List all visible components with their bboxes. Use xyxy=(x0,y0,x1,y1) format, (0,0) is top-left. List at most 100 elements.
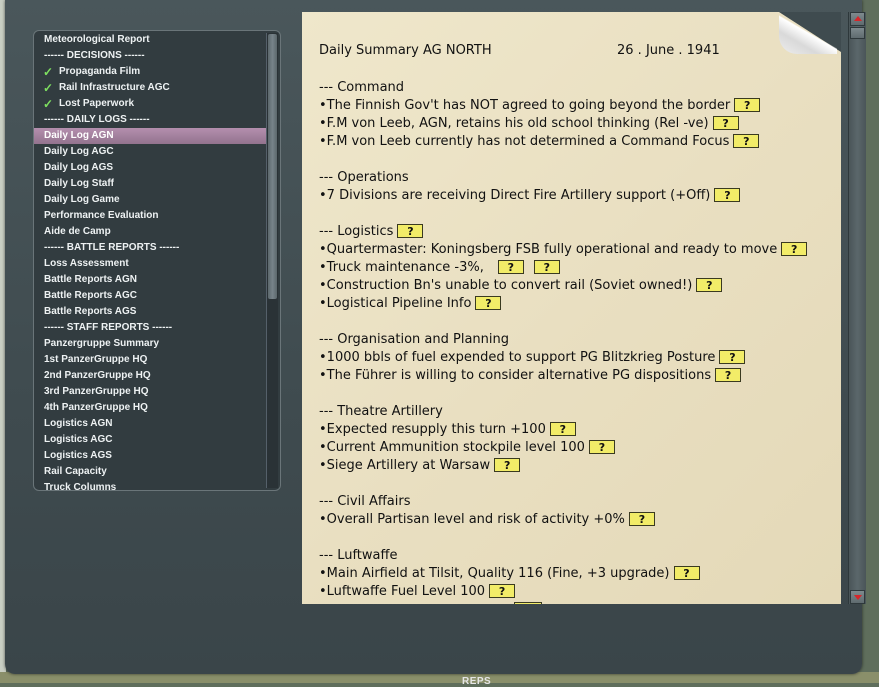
list-item-label: Battle Reports AGS xyxy=(44,306,137,317)
report-line: •1000 bbls of fuel expended to support P… xyxy=(319,349,829,367)
checkmark-icon: ✓ xyxy=(43,97,54,111)
list-item[interactable]: Performance Evaluation xyxy=(34,208,266,224)
help-button[interactable]: ? xyxy=(715,368,742,382)
list-item-label: Rail Capacity xyxy=(44,466,107,477)
list-item[interactable]: Daily Log Game xyxy=(34,192,266,208)
report-line: •Construction Bn's unable to convert rai… xyxy=(319,277,829,295)
arrow-up-icon xyxy=(854,16,862,21)
report-list-scroll-thumb[interactable] xyxy=(268,34,277,299)
help-button[interactable]: ? xyxy=(549,422,576,436)
list-item-label: Battle Reports AGC xyxy=(44,290,137,301)
help-button[interactable]: ? xyxy=(714,188,741,202)
report-line-text: •Logistical Pipeline Info xyxy=(319,296,472,311)
help-button[interactable]: ? xyxy=(781,242,808,256)
arrow-down-icon xyxy=(854,595,862,600)
help-button[interactable]: ? xyxy=(497,260,524,274)
report-line: •The Finnish Gov't has NOT agreed to goi… xyxy=(319,97,829,115)
report-line: •Luftwaffe Fuel Level 100? xyxy=(319,583,829,601)
help-button[interactable]: ? xyxy=(628,512,655,526)
list-item[interactable]: ✓ Propaganda Film xyxy=(34,64,266,80)
list-item[interactable]: Rail Capacity xyxy=(34,464,266,480)
list-item[interactable]: Daily Log AGS xyxy=(34,160,266,176)
help-button[interactable]: ? xyxy=(696,278,723,292)
list-item[interactable]: Battle Reports AGS xyxy=(34,304,266,320)
report-line xyxy=(319,151,829,169)
list-item[interactable]: Meteorological Report xyxy=(34,32,266,48)
scroll-up-button[interactable] xyxy=(850,12,865,26)
report-line: •Siege Artillery at Warsaw? xyxy=(319,457,829,475)
list-item[interactable]: Logistics AGS xyxy=(34,448,266,464)
document-scrollbar[interactable] xyxy=(848,12,866,604)
background-label: REPS xyxy=(462,676,492,687)
report-line: •Expected resupply this turn +100? xyxy=(319,421,829,439)
list-item[interactable]: Battle Reports AGN xyxy=(34,272,266,288)
list-item-label: Truck Columns xyxy=(44,482,117,491)
report-line: •7 Divisions are receiving Direct Fire A… xyxy=(319,187,829,205)
report-line-text: --- Logistics xyxy=(319,224,394,239)
list-item[interactable]: 2nd PanzerGruppe HQ xyxy=(34,368,266,384)
report-list-scrollbar[interactable] xyxy=(266,33,278,488)
checkmark-icon: ✓ xyxy=(43,65,54,79)
report-line-text: •Luftwaffe Fuel Level 100 xyxy=(319,584,486,599)
list-item[interactable]: Logistics AGN xyxy=(34,416,266,432)
help-button[interactable]: ? xyxy=(734,98,761,112)
help-button[interactable]: ? xyxy=(719,350,746,364)
section-heading: --- Command xyxy=(319,79,829,97)
scroll-down-button[interactable] xyxy=(850,590,865,604)
report-line-text: •Overall Partisan level and risk of acti… xyxy=(319,512,625,527)
help-button[interactable]: ? xyxy=(533,260,560,274)
section-heading: --- Civil Affairs xyxy=(319,493,829,511)
document-scroll-thumb[interactable] xyxy=(850,27,865,39)
list-item-label: Daily Log AGC xyxy=(44,146,114,157)
report-line-text: --- Organisation and Planning xyxy=(319,332,509,347)
help-button[interactable]: ? xyxy=(494,458,521,472)
list-item[interactable]: Daily Log AGC xyxy=(34,144,266,160)
report-line-text: •Construction Bn's unable to convert rai… xyxy=(319,278,693,293)
report-line: •Truck maintenance -3%,?? xyxy=(319,259,829,277)
report-line: •Overall Partisan level and risk of acti… xyxy=(319,511,829,529)
report-line: •Quartermaster: Koningsberg FSB fully op… xyxy=(319,241,829,259)
list-item-label: Logistics AGN xyxy=(44,418,113,429)
list-item[interactable]: ✓ Rail Infrastructure AGC xyxy=(34,80,266,96)
list-item-label: ------ STAFF REPORTS ------ xyxy=(44,322,173,333)
report-line xyxy=(319,205,829,223)
help-button[interactable]: ? xyxy=(733,134,760,148)
help-button[interactable]: ? xyxy=(489,584,516,598)
report-line-text: --- Operations xyxy=(319,170,409,185)
report-line: •F.M von Leeb currently has not determin… xyxy=(319,133,829,151)
help-button[interactable]: ? xyxy=(712,116,739,130)
list-item-label: ------ DECISIONS ------ xyxy=(44,50,145,61)
list-item-label: Meteorological Report xyxy=(44,34,150,45)
list-section-header: ------ STAFF REPORTS ------ xyxy=(34,320,266,336)
report-line-text: •Siege Artillery at Warsaw xyxy=(319,458,491,473)
list-item[interactable]: 1st PanzerGruppe HQ xyxy=(34,352,266,368)
report-list-panel: Meteorological Report ------ DECISIONS --… xyxy=(33,30,281,491)
list-item[interactable]: Battle Reports AGC xyxy=(34,288,266,304)
help-button[interactable]: ? xyxy=(673,566,700,580)
list-item[interactable]: Panzergruppe Summary xyxy=(34,336,266,352)
section-heading: --- Organisation and Planning xyxy=(319,331,829,349)
list-item[interactable]: Daily Log AGN xyxy=(34,128,266,144)
report-line-text: •The Führer is willing to consider alter… xyxy=(319,368,712,383)
list-item-label: 1st PanzerGruppe HQ xyxy=(44,354,148,365)
section-heading: --- Theatre Artillery xyxy=(319,403,829,421)
list-item[interactable]: Aide de Camp xyxy=(34,224,266,240)
list-item-label: Daily Log AGS xyxy=(44,162,114,173)
list-item[interactable]: ✓ Lost Paperwork xyxy=(34,96,266,112)
report-line xyxy=(319,529,829,547)
list-item[interactable]: Logistics AGC xyxy=(34,432,266,448)
help-button[interactable]: ? xyxy=(397,224,424,238)
list-item[interactable]: Loss Assessment xyxy=(34,256,266,272)
list-item[interactable]: 3rd PanzerGruppe HQ xyxy=(34,384,266,400)
list-item[interactable]: Truck Columns xyxy=(34,480,266,491)
report-line-text: •7 Divisions are receiving Direct Fire A… xyxy=(319,188,711,203)
report-line: •Main Airfield at Tilsit, Quality 116 (F… xyxy=(319,565,829,583)
list-section-header: ------ DAILY LOGS ------ xyxy=(34,112,266,128)
help-button-partial[interactable] xyxy=(514,602,542,604)
page-curl-icon xyxy=(779,12,837,54)
help-button[interactable]: ? xyxy=(588,440,615,454)
reports-window: Meteorological Report ------ DECISIONS --… xyxy=(5,0,866,674)
list-item[interactable]: 4th PanzerGruppe HQ xyxy=(34,400,266,416)
list-item[interactable]: Daily Log Staff xyxy=(34,176,266,192)
help-button[interactable]: ? xyxy=(475,296,502,310)
